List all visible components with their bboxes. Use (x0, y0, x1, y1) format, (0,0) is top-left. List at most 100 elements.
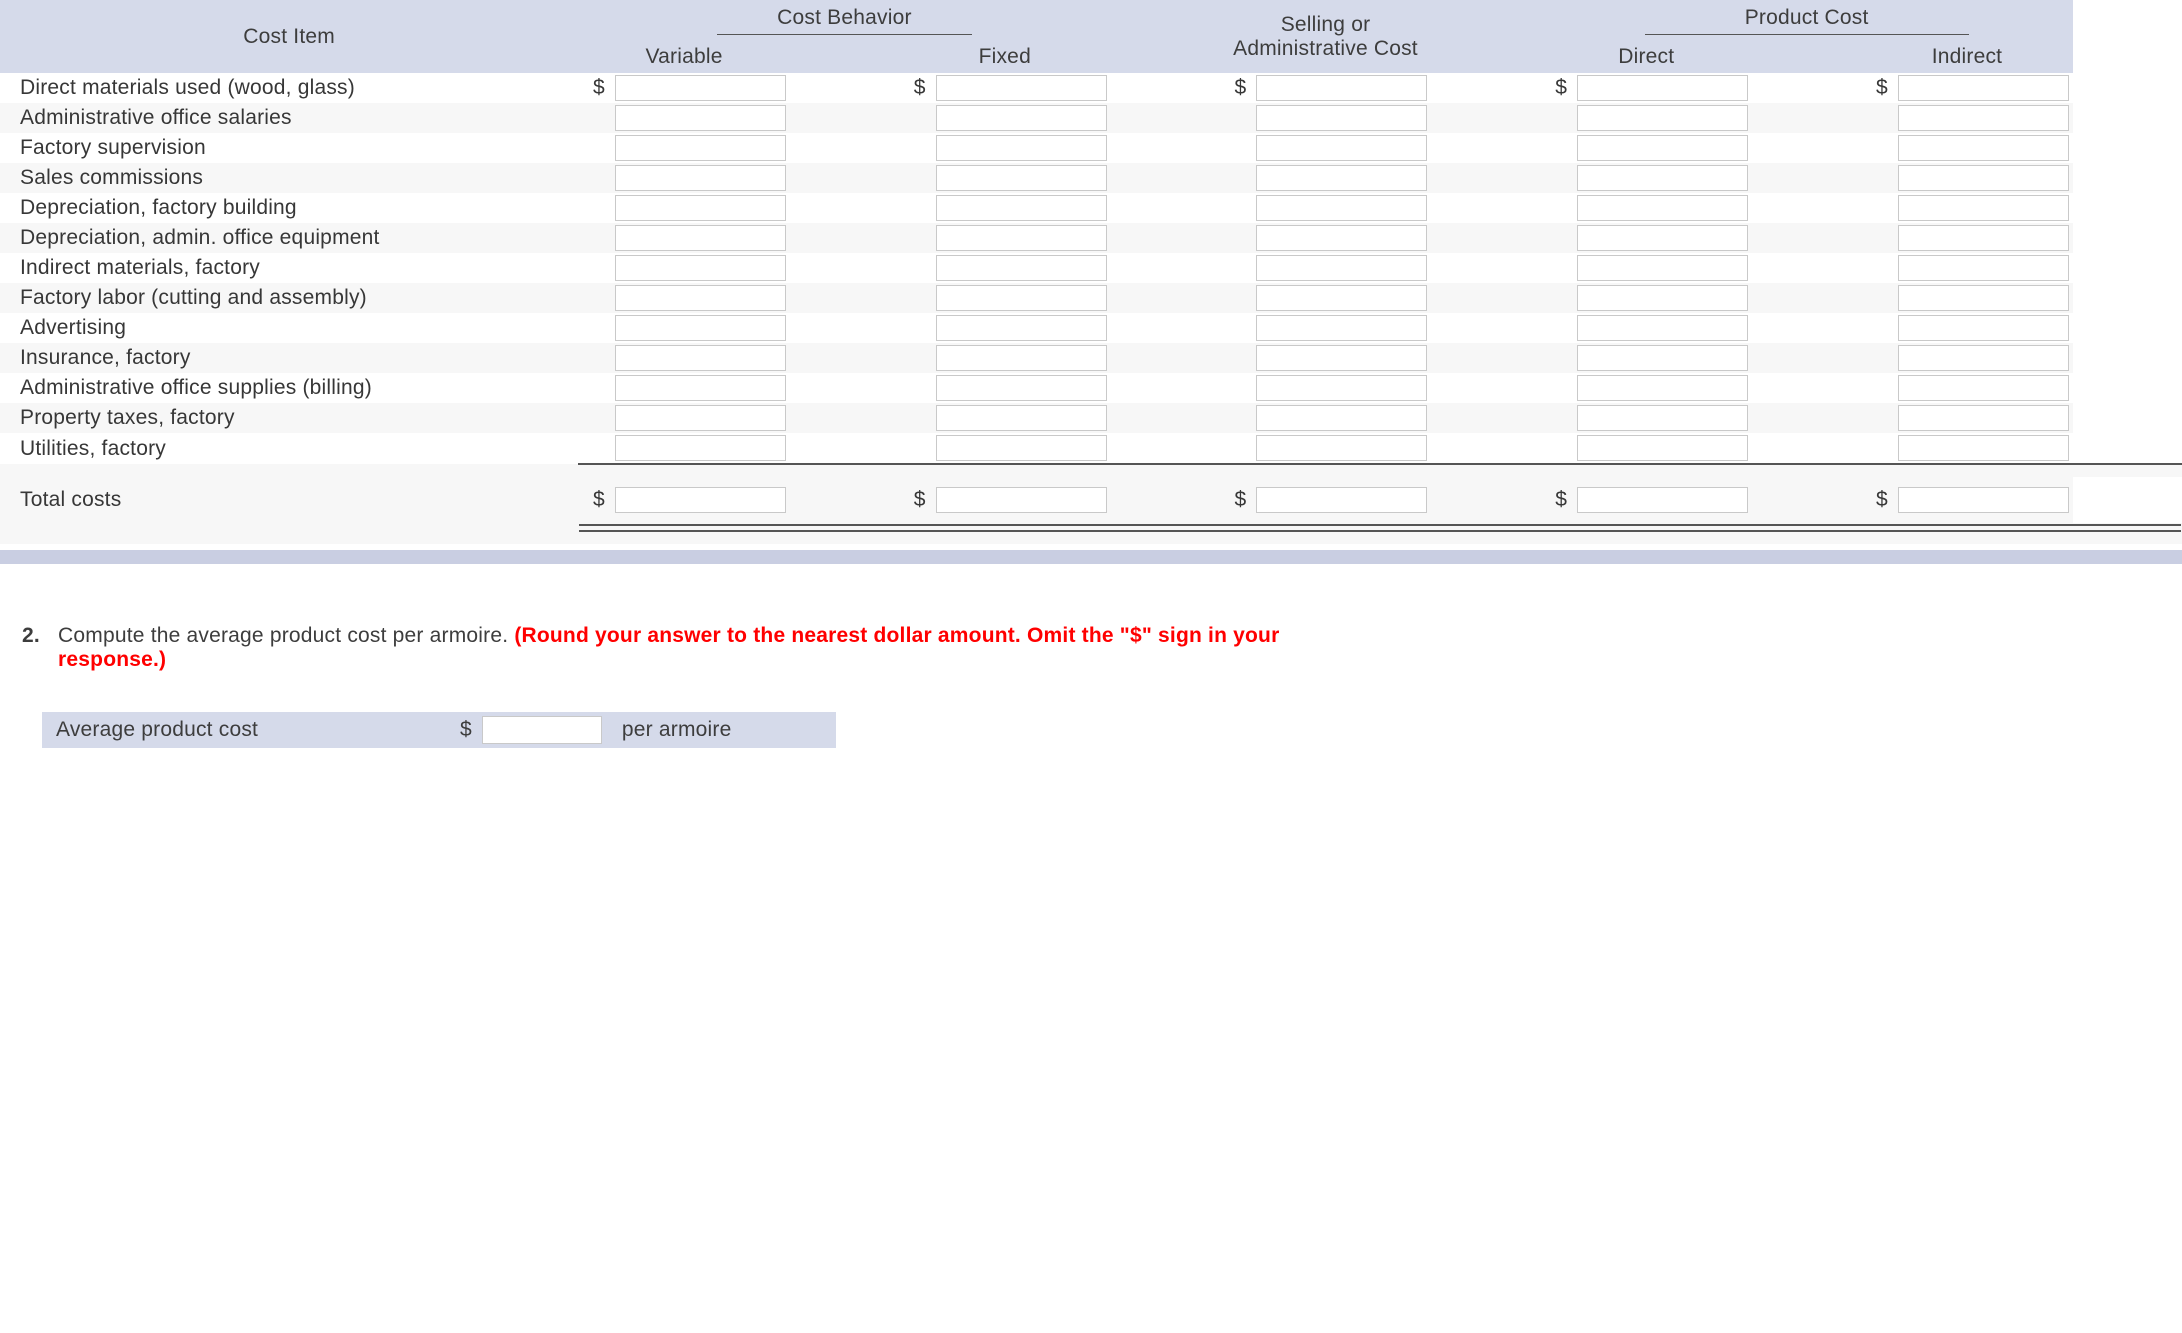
cost-input[interactable] (1256, 315, 1427, 341)
cost-item-label: Direct materials used (wood, glass) (0, 73, 578, 103)
dollar-sign (1861, 433, 1894, 464)
average-product-cost-input[interactable] (482, 716, 602, 744)
header-selling-admin: Selling or Administrative Cost (1220, 0, 1432, 73)
dollar-sign (1220, 283, 1253, 313)
totals-label: Total costs (0, 477, 578, 523)
table-row: Insurance, factory (0, 343, 2182, 373)
cost-input[interactable] (936, 315, 1107, 341)
cost-input[interactable] (615, 225, 786, 251)
cost-input[interactable] (615, 435, 786, 461)
cost-input[interactable] (1577, 405, 1748, 431)
dollar-sign (578, 313, 611, 343)
cost-input[interactable] (1898, 315, 2069, 341)
cost-input[interactable] (1577, 135, 1748, 161)
cost-input[interactable] (1577, 345, 1748, 371)
cost-input[interactable] (1577, 285, 1748, 311)
cost-input[interactable] (1256, 135, 1427, 161)
cost-classification-table: Cost Item Cost Behavior Selling or Admin… (0, 0, 2182, 544)
cost-input[interactable] (936, 105, 1107, 131)
dollar-sign (1220, 193, 1253, 223)
cost-input[interactable] (1256, 255, 1427, 281)
cost-input[interactable] (1898, 75, 2069, 101)
cost-input[interactable] (615, 255, 786, 281)
cost-input[interactable] (1256, 375, 1427, 401)
separator-bar (0, 550, 2182, 564)
cost-input[interactable] (1577, 435, 1748, 461)
cost-input[interactable] (1256, 285, 1427, 311)
cost-input[interactable] (615, 105, 786, 131)
cost-input[interactable] (936, 195, 1107, 221)
cost-input[interactable] (1898, 225, 2069, 251)
cost-input[interactable] (1256, 75, 1427, 101)
dollar-sign (1861, 103, 1894, 133)
cost-input[interactable] (936, 225, 1107, 251)
cost-input[interactable] (1898, 405, 2069, 431)
cost-input[interactable] (936, 135, 1107, 161)
cost-input[interactable] (615, 285, 786, 311)
cost-input[interactable] (615, 135, 786, 161)
cost-input[interactable] (936, 255, 1107, 281)
cost-input[interactable] (1256, 165, 1427, 191)
dollar-sign (578, 373, 611, 403)
cost-input[interactable] (1898, 285, 2069, 311)
dollar-sign: $ (578, 73, 611, 103)
total-selling-input[interactable] (1256, 487, 1427, 513)
table-row: Depreciation, factory building (0, 193, 2182, 223)
cost-input[interactable] (1577, 315, 1748, 341)
cost-input[interactable] (936, 345, 1107, 371)
dollar-sign (1220, 103, 1253, 133)
dollar-sign (578, 433, 611, 464)
dollar-sign (578, 133, 611, 163)
cost-input[interactable] (1577, 75, 1748, 101)
cost-input[interactable] (615, 75, 786, 101)
cost-input[interactable] (1577, 255, 1748, 281)
table-row: Property taxes, factory (0, 403, 2182, 433)
cost-input[interactable] (1256, 195, 1427, 221)
cost-input[interactable] (615, 345, 786, 371)
cost-input[interactable] (615, 405, 786, 431)
header-fixed: Fixed (899, 41, 1111, 73)
cost-input[interactable] (1898, 375, 2069, 401)
cost-input[interactable] (1898, 105, 2069, 131)
cost-input[interactable] (615, 195, 786, 221)
table-row: Depreciation, admin. office equipment (0, 223, 2182, 253)
cost-input[interactable] (1898, 255, 2069, 281)
cost-input[interactable] (936, 285, 1107, 311)
cost-input[interactable] (1577, 165, 1748, 191)
cost-input[interactable] (615, 375, 786, 401)
cost-input[interactable] (1898, 345, 2069, 371)
header-product-cost: Product Cost (1540, 0, 2072, 41)
cost-input[interactable] (1256, 105, 1427, 131)
cost-input[interactable] (936, 405, 1107, 431)
dollar-sign (578, 163, 611, 193)
total-fixed-input[interactable] (936, 487, 1107, 513)
cost-input[interactable] (1898, 135, 2069, 161)
header-variable: Variable (578, 41, 790, 73)
total-variable-input[interactable] (615, 487, 786, 513)
cost-input[interactable] (1577, 195, 1748, 221)
cost-input[interactable] (936, 75, 1107, 101)
cost-input[interactable] (1898, 165, 2069, 191)
cost-input[interactable] (1256, 435, 1427, 461)
cost-input[interactable] (1256, 405, 1427, 431)
total-direct-input[interactable] (1577, 487, 1748, 513)
total-indirect-input[interactable] (1898, 487, 2069, 513)
dollar-sign (1861, 133, 1894, 163)
cost-input[interactable] (615, 315, 786, 341)
cost-input[interactable] (1256, 345, 1427, 371)
cost-input[interactable] (1898, 195, 2069, 221)
cost-input[interactable] (1577, 375, 1748, 401)
cost-input[interactable] (1898, 435, 2069, 461)
header-indirect: Indirect (1861, 41, 2073, 73)
cost-input[interactable] (615, 165, 786, 191)
cost-input[interactable] (936, 375, 1107, 401)
dollar-sign (899, 133, 932, 163)
cost-input[interactable] (936, 435, 1107, 461)
cost-input[interactable] (936, 165, 1107, 191)
cost-input[interactable] (1577, 225, 1748, 251)
question-number: 2. (22, 624, 52, 648)
dollar-sign (899, 343, 932, 373)
cost-input[interactable] (1256, 225, 1427, 251)
dollar-sign (1540, 403, 1573, 433)
cost-input[interactable] (1577, 105, 1748, 131)
